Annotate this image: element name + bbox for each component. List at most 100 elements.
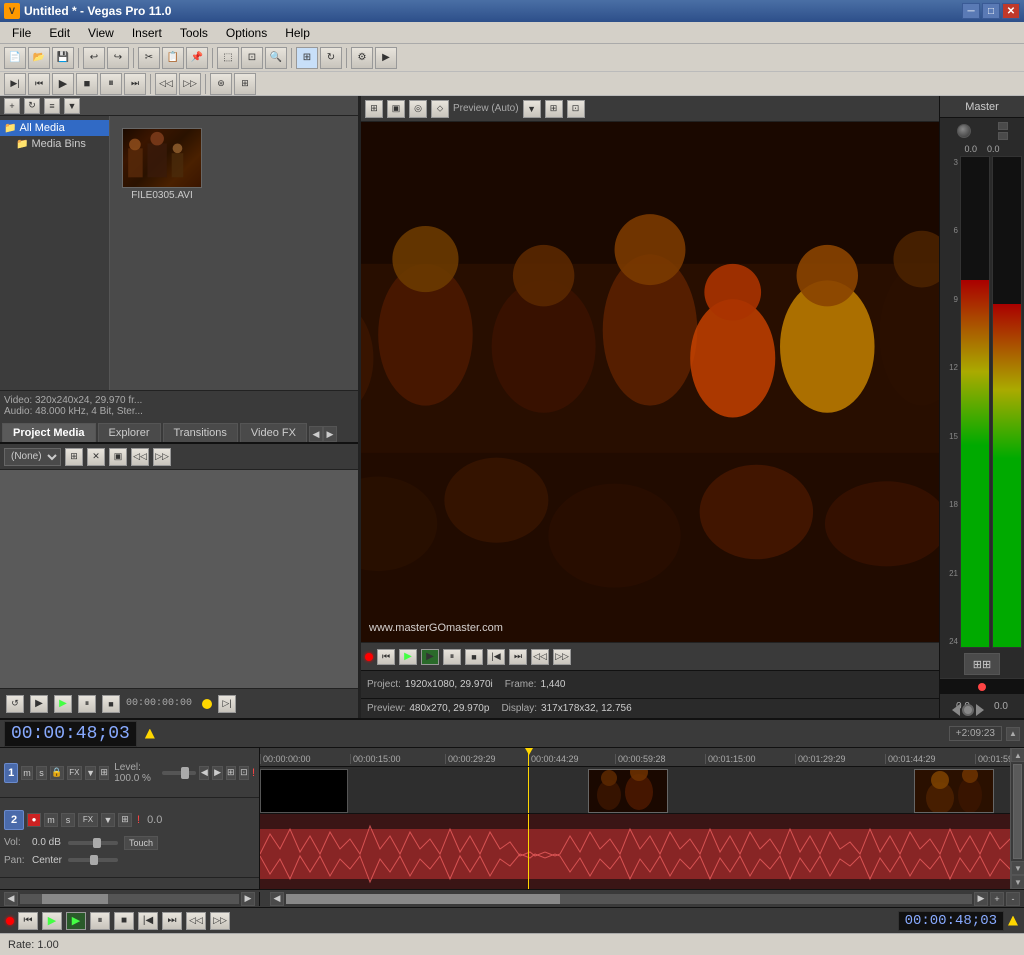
menu-tools[interactable]: Tools	[172, 24, 216, 42]
undo-button[interactable]: ↩	[83, 47, 105, 69]
track2-solo[interactable]: s	[61, 813, 75, 827]
footer-btn1[interactable]: ◀	[4, 892, 18, 906]
track2-pan-fader[interactable]	[68, 858, 118, 862]
track2-expand[interactable]: ⊞	[118, 813, 132, 827]
select-button[interactable]: ⬚	[217, 47, 239, 69]
track2-vol-fader[interactable]	[68, 841, 118, 845]
video-clip-2[interactable]	[588, 769, 668, 813]
transport-pause[interactable]: ⏸	[90, 912, 110, 930]
tb2-jog2[interactable]: ▷▷	[179, 73, 201, 95]
footer-hthumb2[interactable]	[286, 894, 560, 904]
snap-button[interactable]: ⊞	[296, 47, 318, 69]
trim-tb2[interactable]: ✕	[87, 448, 105, 466]
trim-ctrl-end[interactable]: ▷|	[218, 695, 236, 713]
prev-grid[interactable]: ⊞	[545, 100, 563, 118]
footer-hscroll[interactable]	[20, 894, 239, 904]
track2-automation[interactable]: Touch	[124, 836, 158, 850]
maximize-button[interactable]: □	[982, 3, 1000, 19]
track2-opts[interactable]: ▼	[101, 813, 115, 827]
prev-ctrl-ff[interactable]: ⏭	[509, 649, 527, 665]
track1-solo[interactable]: s	[36, 766, 48, 780]
properties-button[interactable]: ⚙	[351, 47, 373, 69]
track1-fader[interactable]	[162, 771, 196, 775]
trim-tb3[interactable]: ▣	[109, 448, 127, 466]
footer-hthumb[interactable]	[42, 894, 108, 904]
prev-tb2[interactable]: ▣	[387, 100, 405, 118]
prev-scope[interactable]: ◎	[409, 100, 427, 118]
render-button[interactable]: ▶	[375, 47, 397, 69]
prev-color[interactable]: ⬦	[431, 100, 449, 118]
vscroll-down2[interactable]: ▼	[1011, 875, 1024, 889]
media-item-1[interactable]: FILE0305.AVI	[122, 128, 202, 201]
tab-arrow-right[interactable]: ▶	[323, 426, 337, 442]
menu-edit[interactable]: Edit	[41, 24, 78, 42]
tab-transitions[interactable]: Transitions	[163, 423, 238, 442]
menu-view[interactable]: View	[80, 24, 122, 42]
vu-knob[interactable]	[957, 124, 971, 138]
footer-zoom-out[interactable]: -	[1006, 892, 1020, 906]
mixer-button[interactable]: ⊞⊞	[964, 653, 1000, 675]
track1-more1[interactable]: ◀	[199, 766, 209, 780]
track1-fx[interactable]: FX	[67, 766, 83, 780]
media-view-btn[interactable]: ≡	[44, 98, 60, 114]
new-button[interactable]: 📄	[4, 47, 26, 69]
prev-ctrl-jog1[interactable]: ◁◁	[531, 649, 549, 665]
prev-tb1[interactable]: ⊞	[365, 100, 383, 118]
footer-zoom-in[interactable]: +	[990, 892, 1004, 906]
prev-ctrl-pause[interactable]: ⏸	[443, 649, 461, 665]
rate-knob[interactable]	[962, 704, 974, 716]
tb2-play[interactable]: ▶	[52, 73, 74, 95]
tb2-pause[interactable]: ⏸	[100, 73, 122, 95]
tab-explorer[interactable]: Explorer	[98, 423, 161, 442]
audio-waveform[interactable]	[260, 814, 1010, 889]
trim-tb5[interactable]: ▷▷	[153, 448, 171, 466]
track2-rec[interactable]: ●	[27, 813, 41, 827]
track1-expand[interactable]: ⊞	[99, 766, 109, 780]
tab-video-fx[interactable]: Video FX	[240, 423, 307, 442]
transport-prev[interactable]: |◀	[138, 912, 158, 930]
rate-left[interactable]	[952, 704, 960, 716]
prev-ctrl-jog2[interactable]: ▷▷	[553, 649, 571, 665]
footer-hscroll2[interactable]	[286, 894, 972, 904]
cut-button[interactable]: ✂	[138, 47, 160, 69]
vscroll-thumb[interactable]	[1013, 764, 1022, 859]
transport-next[interactable]: ⏭	[162, 912, 182, 930]
paste-button[interactable]: 📌	[186, 47, 208, 69]
prev-ctrl-stop[interactable]: ■	[465, 649, 483, 665]
track1-more2[interactable]: ▶	[212, 766, 222, 780]
transport-jog2[interactable]: ▷▷	[210, 912, 230, 930]
transport-stop[interactable]: ■	[114, 912, 134, 930]
vu-mute[interactable]	[998, 122, 1008, 130]
zoom-button[interactable]: 🔍	[265, 47, 287, 69]
open-button[interactable]: 📂	[28, 47, 50, 69]
trim-dropdown[interactable]: (None)	[4, 448, 61, 466]
tb2-stop[interactable]: ■	[76, 73, 98, 95]
minimize-button[interactable]: ─	[962, 3, 980, 19]
prev-ctrl-play2[interactable]: ▶	[421, 649, 439, 665]
trim-tb1[interactable]: ⊞	[65, 448, 83, 466]
transport-rew[interactable]: ⏮	[18, 912, 38, 930]
trim-ctrl1[interactable]: ↺	[6, 695, 24, 713]
footer-btn4[interactable]: ▶	[974, 892, 988, 906]
menu-options[interactable]: Options	[218, 24, 275, 42]
track1-mute[interactable]: m	[21, 766, 33, 780]
vu-solo[interactable]	[998, 132, 1008, 140]
tb2-grid[interactable]: ⊞	[234, 73, 256, 95]
tb2-markers[interactable]: ⊛	[210, 73, 232, 95]
transport-play[interactable]: ▶	[42, 912, 62, 930]
track1-lock[interactable]: 🔒	[50, 766, 63, 780]
footer-btn3[interactable]: ◀	[270, 892, 284, 906]
track1-warn[interactable]: !	[252, 767, 255, 779]
trim-ctrl-pause[interactable]: ⏸	[78, 695, 96, 713]
timeline-scroll-up[interactable]: ▲	[1006, 727, 1020, 741]
trim-ctrl-play2[interactable]: ▶	[54, 695, 72, 713]
track1-opts[interactable]: ▼	[85, 766, 96, 780]
trim-ctrl-stop[interactable]: ■	[102, 695, 120, 713]
copy-button[interactable]: 📋	[162, 47, 184, 69]
media-refresh-btn[interactable]: ↻	[24, 98, 40, 114]
tb2-btn1[interactable]: ▶|	[4, 73, 26, 95]
track2-warn[interactable]: !	[137, 814, 140, 826]
tb2-btn2[interactable]: ⏮	[28, 73, 50, 95]
track2-mute[interactable]: m	[44, 813, 58, 827]
menu-help[interactable]: Help	[277, 24, 318, 42]
